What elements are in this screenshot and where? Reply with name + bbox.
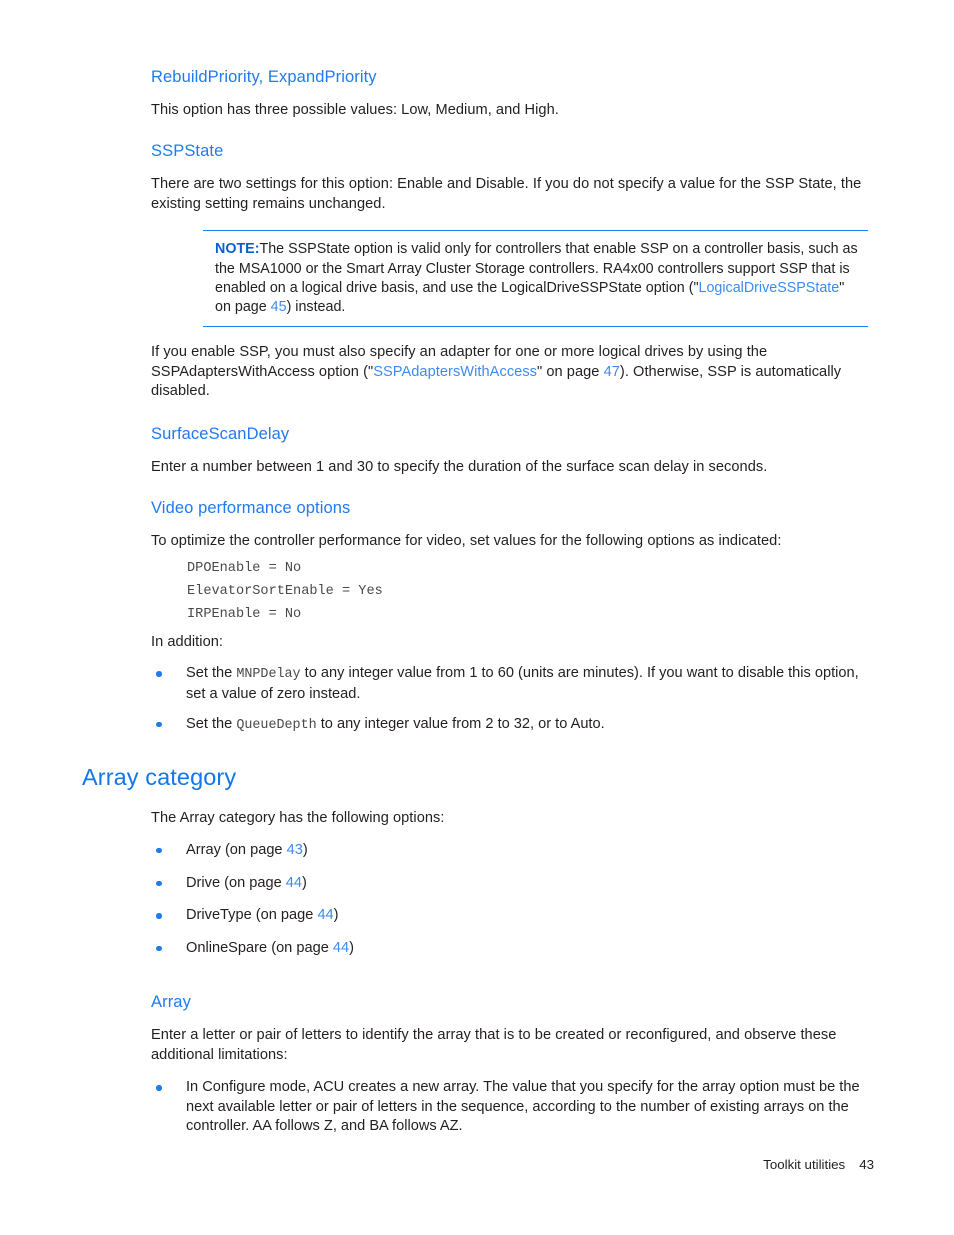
bullet-text-suffix: to any integer value from 2 to 32, or to…	[316, 715, 605, 732]
paragraph-video-performance: To optimize the controller performance f…	[151, 533, 782, 550]
heading-array: Array	[151, 993, 191, 1012]
bullet-dot-icon	[156, 913, 162, 919]
footer-label: Toolkit utilities	[763, 1157, 846, 1172]
option-name: Array	[186, 841, 221, 858]
page-footer: Toolkit utilities 43	[0, 1157, 874, 1172]
page-ref-link[interactable]: 44	[333, 940, 349, 956]
section-surfacescandelay: SurfaceScanDelay Enter a number between …	[151, 425, 872, 477]
page-ref-47[interactable]: 47	[604, 364, 620, 380]
page-ref-link[interactable]: 43	[287, 842, 303, 858]
footer-page-number: 43	[859, 1157, 874, 1172]
paragraph-rebuild-priority: This option has three possible values: L…	[151, 101, 559, 118]
heading-sspstate: SSPState	[151, 142, 224, 161]
code-line: DPOEnable = No	[187, 560, 302, 576]
paragraph-array-category: The Array category has the following opt…	[151, 810, 445, 827]
list-item: Array (on page 43)	[151, 841, 872, 861]
code-line: IRPEnable = No	[187, 606, 302, 622]
list-item: Drive (on page 44)	[151, 874, 872, 894]
page-ref-link[interactable]: 44	[286, 875, 302, 891]
bullet-dot-icon	[156, 880, 162, 886]
heading-rebuild-priority: RebuildPriority, ExpandPriority	[151, 68, 377, 86]
code-queuedepth: QueueDepth	[236, 717, 317, 733]
paragraph-surfacescandelay: Enter a number between 1 and 30 to speci…	[151, 458, 768, 475]
list-item: Set the MNPDelay to any integer value fr…	[151, 664, 872, 704]
followup-mid: " on page	[537, 363, 604, 380]
section-sspstate: SSPState There are two settings for this…	[151, 142, 872, 214]
bullet-text: In Configure mode, ACU creates a new arr…	[186, 1079, 860, 1135]
code-line: ElevatorSortEnable = Yes	[187, 583, 383, 599]
option-name: DriveType	[186, 907, 252, 924]
list-array-category-options: Array (on page 43) Drive (on page 44) Dr…	[151, 841, 872, 958]
list-item: Set the QueueDepth to any integer value …	[151, 715, 872, 736]
option-name: Drive	[186, 874, 221, 891]
option-close: )	[302, 841, 308, 858]
paragraph-in-addition: In addition:	[151, 633, 224, 650]
page-ref-link[interactable]: 44	[317, 907, 333, 923]
list-item: In Configure mode, ACU creates a new arr…	[151, 1078, 872, 1137]
note-body-after: ) instead.	[286, 298, 346, 315]
list-item: OnlineSpare (on page 44)	[151, 939, 872, 959]
option-on-page: (on page	[271, 939, 333, 956]
heading-array-category: Array category	[82, 764, 237, 791]
bullet-dot-icon	[156, 847, 162, 854]
bullet-text-prefix: Set the	[186, 665, 237, 682]
option-close: )	[302, 874, 307, 891]
code-mnpdelay: MNPDelay	[236, 667, 301, 683]
option-close: )	[333, 907, 339, 924]
page-content: RebuildPriority, ExpandPriority This opt…	[82, 68, 872, 1137]
note-text: NOTE:The SSPState option is valid only f…	[203, 240, 868, 317]
list-video-additional-options: Set the MNPDelay to any integer value fr…	[151, 664, 872, 735]
section-array-category: The Array category has the following opt…	[151, 809, 872, 958]
note-callout-sspstate: NOTE:The SSPState option is valid only f…	[203, 230, 868, 328]
bullet-dot-icon	[156, 1085, 162, 1091]
section-video-performance: Video performance options To optimize th…	[151, 499, 872, 735]
bullet-dot-icon	[156, 721, 162, 728]
bullet-text-prefix: Set the	[186, 715, 237, 732]
code-block-video-options: DPOEnable = No ElevatorSortEnable = Yes IR…	[187, 557, 872, 626]
link-sspadapterswithaccess[interactable]: SSPAdaptersWithAccess	[373, 364, 537, 380]
heading-surfacescandelay: SurfaceScanDelay	[151, 424, 290, 443]
section-rebuild-priority: RebuildPriority, ExpandPriority This opt…	[151, 68, 872, 120]
bullet-dot-icon	[156, 945, 162, 952]
list-array-limitations: In Configure mode, ACU creates a new arr…	[151, 1078, 872, 1137]
page-ref-45[interactable]: 45	[271, 299, 287, 315]
option-name: OnlineSpare	[186, 939, 268, 956]
paragraph-sspstate: There are two settings for this option: …	[151, 176, 862, 212]
paragraph-array: Enter a letter or pair of letters to ide…	[151, 1027, 837, 1063]
bullet-dot-icon	[156, 671, 162, 677]
document-page: RebuildPriority, ExpandPriority This opt…	[0, 0, 954, 1235]
heading-video-performance: Video performance options	[151, 499, 351, 518]
paragraph-sspstate-followup: If you enable SSP, you must also specify…	[151, 343, 872, 402]
option-close: )	[349, 939, 354, 956]
section-sspstate-followup: If you enable SSP, you must also specify…	[151, 343, 872, 402]
note-label: NOTE:	[215, 241, 260, 258]
section-array: Array Enter a letter or pair of letters …	[151, 993, 872, 1137]
option-on-page: (on page	[224, 874, 286, 891]
option-on-page: (on page	[224, 841, 287, 858]
link-logicaldrivesspstate[interactable]: LogicalDriveSSPState	[699, 280, 840, 296]
option-on-page: (on page	[255, 907, 318, 924]
list-item: DriveType (on page 44)	[151, 906, 872, 926]
